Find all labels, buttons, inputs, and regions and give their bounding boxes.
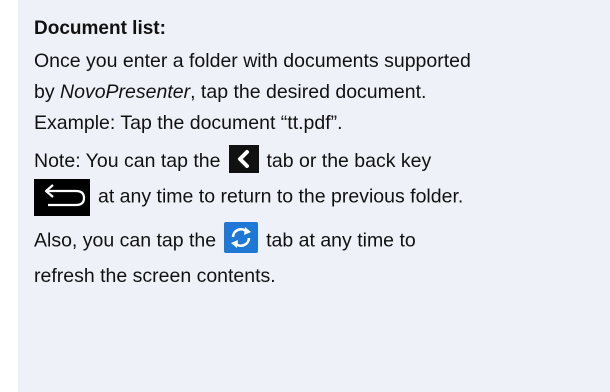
intro-prefix: by [34, 81, 61, 103]
also-text-1: Also, you can tap the [34, 229, 217, 252]
also-text-3: refresh the screen contents. [34, 265, 276, 287]
app-name: NovoPresenter [60, 81, 191, 103]
note-text-2: tab or the back key [266, 150, 432, 173]
intro-text-1: Once you enter a folder with documents s… [34, 50, 471, 72]
note-line-2: at any time to return to the previous fo… [34, 179, 610, 216]
also-line-1: Also, you can tap the tab at any time to [34, 222, 610, 261]
back-arrow-icon [34, 179, 90, 216]
example-line: Example: Tap the document “tt.pdf”. [34, 108, 610, 139]
intro-line-2: by NovoPresenter, tap the desired docume… [34, 77, 610, 108]
document-list-panel: Document list: Once you enter a folder w… [18, 0, 610, 392]
note-text-3: at any time to return to the previous fo… [98, 185, 464, 208]
chevron-left-icon [228, 145, 259, 173]
intro-suffix: , tap the desired document. [190, 81, 427, 103]
note-text-1: Note: You can tap the [34, 150, 221, 173]
intro-line-1: Once you enter a folder with documents s… [34, 46, 610, 77]
note-line-1: Note: You can tap the tab or the back key [34, 145, 610, 179]
also-text-2: tab at any time to [266, 229, 416, 252]
example-text: Example: Tap the document “tt.pdf”. [34, 112, 343, 134]
refresh-icon [224, 222, 259, 253]
also-line-2: refresh the screen contents. [34, 261, 610, 292]
section-heading: Document list: [34, 18, 166, 39]
